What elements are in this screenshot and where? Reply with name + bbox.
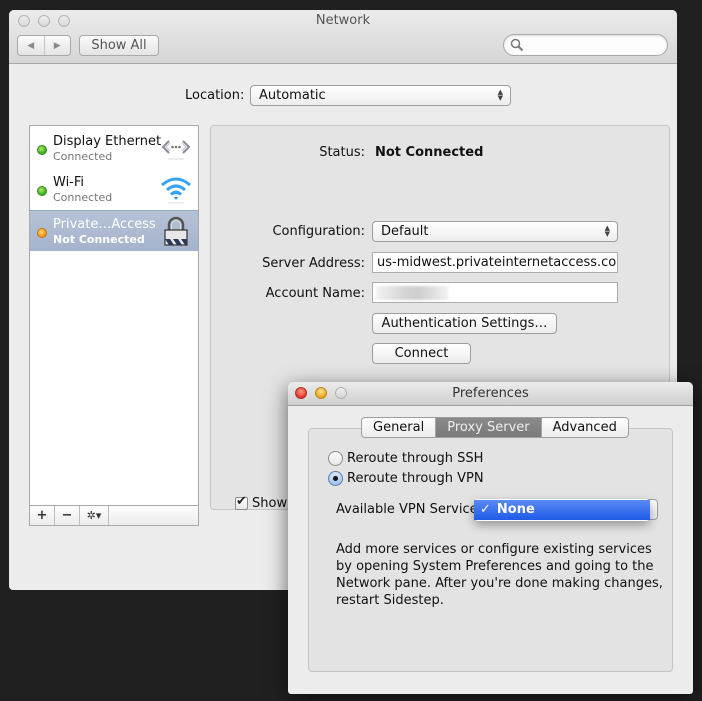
redacted-account-name bbox=[376, 286, 448, 300]
preferences-title: Preferences bbox=[452, 386, 529, 401]
help-text: Add more services or configure existing … bbox=[336, 542, 663, 608]
tab-general[interactable]: General bbox=[362, 418, 437, 437]
search-icon bbox=[510, 38, 524, 52]
forward-arrow-icon[interactable]: ▶ bbox=[45, 36, 71, 55]
remove-service-button[interactable]: − bbox=[55, 506, 80, 525]
configuration-value: Default bbox=[381, 224, 429, 239]
menu-item-label: None bbox=[496, 502, 535, 517]
show-vpn-status-checkbox-row[interactable]: Show bbox=[235, 494, 288, 511]
service-name: Display Ethernet bbox=[53, 134, 162, 149]
tab-bar: General Proxy Server Advanced bbox=[361, 417, 629, 438]
service-status: Connected bbox=[53, 191, 113, 204]
ethernet-icon bbox=[161, 140, 191, 160]
service-name: Wi-Fi bbox=[53, 175, 85, 190]
radio-reroute-ssh[interactable]: Reroute through SSH bbox=[328, 451, 483, 466]
configuration-popup[interactable]: Default ▲ ▼ bbox=[372, 221, 618, 242]
show-checkbox-label: Show bbox=[252, 496, 288, 511]
menu-item-none[interactable]: ✓ None bbox=[474, 500, 650, 520]
service-status: Not Connected bbox=[53, 233, 145, 246]
radio-label: Reroute through VPN bbox=[347, 471, 484, 486]
service-item-display-ethernet[interactable]: Display Ethernet Connected bbox=[30, 128, 198, 169]
popup-arrows-icon: ▲ ▼ bbox=[497, 88, 503, 102]
wifi-icon bbox=[161, 177, 191, 204]
status-dot-orange bbox=[37, 228, 47, 238]
status-dot-green bbox=[37, 145, 47, 155]
tab-proxy-server[interactable]: Proxy Server bbox=[436, 418, 542, 437]
location-value: Automatic bbox=[259, 88, 326, 103]
service-list-toolbar: + − ✲▾ bbox=[29, 505, 199, 526]
preferences-titlebar: Preferences bbox=[288, 382, 693, 406]
service-item-wifi[interactable]: Wi-Fi Connected bbox=[30, 169, 198, 210]
back-arrow-icon[interactable]: ◀ bbox=[18, 36, 45, 55]
configuration-label: Configuration: bbox=[272, 224, 365, 239]
service-item-private-internet-access[interactable]: Private…Access Not Connected bbox=[30, 210, 198, 251]
account-name-label: Account Name: bbox=[265, 286, 365, 301]
vpn-services-label: Available VPN Services bbox=[336, 502, 485, 517]
connect-button[interactable]: Connect bbox=[372, 343, 471, 364]
tab-advanced[interactable]: Advanced bbox=[542, 418, 628, 437]
radio-reroute-vpn[interactable]: Reroute through VPN bbox=[328, 471, 484, 486]
nav-back-forward: ◀ ▶ bbox=[17, 35, 71, 56]
window-title: Network bbox=[315, 13, 371, 28]
account-name-field[interactable] bbox=[372, 282, 618, 303]
status-label: Status: bbox=[319, 145, 365, 160]
preferences-window: Preferences General Proxy Server Advance… bbox=[288, 382, 693, 694]
radio-button[interactable] bbox=[328, 451, 343, 466]
server-address-label: Server Address: bbox=[262, 256, 365, 271]
radio-label: Reroute through SSH bbox=[347, 451, 484, 466]
status-dot-green bbox=[37, 186, 47, 196]
gear-menu-button[interactable]: ✲▾ bbox=[80, 506, 109, 525]
authentication-settings-button[interactable]: Authentication Settings… bbox=[372, 313, 557, 334]
status-value: Not Connected bbox=[375, 145, 484, 160]
add-service-button[interactable]: + bbox=[30, 506, 55, 525]
show-all-button[interactable]: Show All bbox=[79, 35, 159, 56]
search-field[interactable] bbox=[503, 34, 668, 56]
server-address-field[interactable]: us-midwest.privateinternetaccess.com bbox=[372, 252, 618, 273]
popup-arrows-icon: ▲ ▼ bbox=[604, 224, 610, 238]
location-label: Location: bbox=[185, 88, 245, 103]
vpn-services-menu: ✓ None bbox=[474, 499, 650, 521]
service-name: Private…Access bbox=[53, 217, 156, 232]
show-checkbox[interactable] bbox=[235, 494, 248, 510]
service-list: Display Ethernet Connected Wi-Fi Connect… bbox=[29, 125, 199, 509]
location-popup[interactable]: Automatic ▲ ▼ bbox=[250, 85, 511, 106]
vpn-lock-icon bbox=[164, 216, 188, 246]
titlebar: Network ◀ ▶ Show All bbox=[9, 10, 677, 64]
checkmark-icon: ✓ bbox=[480, 502, 491, 517]
radio-button[interactable] bbox=[328, 471, 343, 486]
service-status: Connected bbox=[53, 150, 113, 163]
